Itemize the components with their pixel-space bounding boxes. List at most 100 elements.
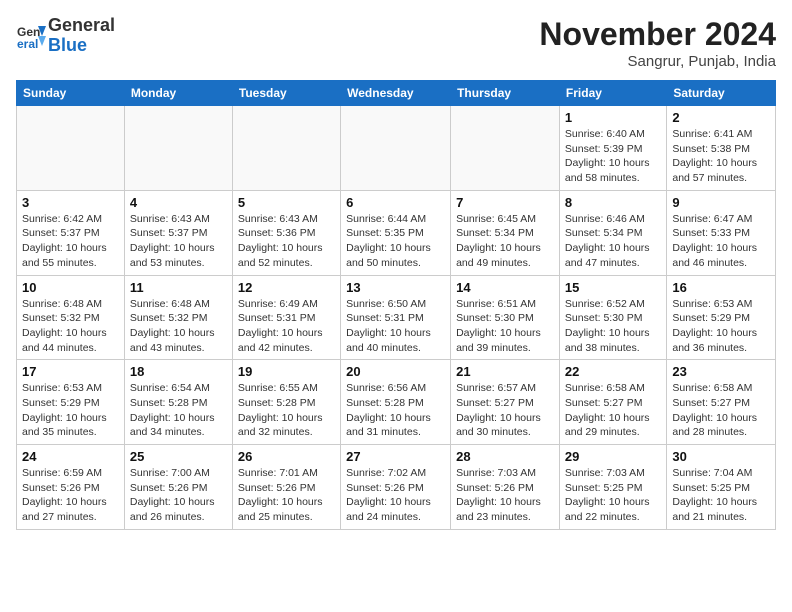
day-info: Sunrise: 6:52 AM Sunset: 5:30 PM Dayligh…: [565, 297, 661, 356]
calendar-cell: 26Sunrise: 7:01 AM Sunset: 5:26 PM Dayli…: [232, 445, 340, 530]
weekday-header-saturday: Saturday: [667, 81, 776, 106]
logo-line1: General: [48, 16, 115, 36]
day-number: 21: [456, 364, 554, 379]
week-row-1: 3 Sunrise: 6:42 AM Sunset: 5:37 PM Daylig…: [17, 190, 776, 275]
day-info: Sunrise: 6:51 AM Sunset: 5:30 PM Dayligh…: [456, 297, 554, 356]
day-info: Sunrise: 6:49 AM Sunset: 5:31 PM Dayligh…: [238, 297, 335, 356]
logo-text: General Blue: [48, 16, 115, 56]
day-info: Sunrise: 6:48 AM Sunset: 5:32 PM Dayligh…: [22, 297, 119, 356]
day-info: Sunrise: 6:50 AM Sunset: 5:31 PM Dayligh…: [346, 297, 445, 356]
day-number: 20: [346, 364, 445, 379]
calendar-cell: 16 Sunrise: 6:53 AM Sunset: 5:29 PM Dayli…: [667, 275, 776, 360]
calendar-cell: 29Sunrise: 7:03 AM Sunset: 5:25 PM Dayli…: [559, 445, 666, 530]
day-number: 7: [456, 195, 554, 210]
day-number: 6: [346, 195, 445, 210]
day-number: 28: [456, 449, 554, 464]
calendar-cell: 7 Sunrise: 6:45 AM Sunset: 5:34 PM Daylig…: [451, 190, 560, 275]
day-number: 14: [456, 280, 554, 295]
day-info: Sunrise: 6:43 AM Sunset: 5:36 PM Dayligh…: [238, 212, 335, 271]
calendar-cell: 24 Sunrise: 6:59 AM Sunset: 5:26 PM Dayli…: [17, 445, 125, 530]
weekday-header-tuesday: Tuesday: [232, 81, 340, 106]
calendar-cell: 9 Sunrise: 6:47 AM Sunset: 5:33 PM Daylig…: [667, 190, 776, 275]
day-info: Sunrise: 6:57 AM Sunset: 5:27 PM Dayligh…: [456, 381, 554, 440]
day-number: 5: [238, 195, 335, 210]
page: Gen eral General Blue November 2024 Sang…: [0, 0, 792, 540]
calendar-cell: 3 Sunrise: 6:42 AM Sunset: 5:37 PM Daylig…: [17, 190, 125, 275]
day-info: Sunrise: 6:54 AM Sunset: 5:28 PM Dayligh…: [130, 381, 227, 440]
day-info: Sunrise: 6:45 AM Sunset: 5:34 PM Dayligh…: [456, 212, 554, 271]
day-info: Sunrise: 7:00 AM Sunset: 5:26 PM Dayligh…: [130, 466, 227, 525]
calendar-cell: 30Sunrise: 7:04 AM Sunset: 5:25 PM Dayli…: [667, 445, 776, 530]
day-info: Sunrise: 6:59 AM Sunset: 5:26 PM Dayligh…: [22, 466, 119, 525]
calendar-cell: 25 Sunrise: 7:00 AM Sunset: 5:26 PM Dayli…: [124, 445, 232, 530]
calendar-cell: 28 Sunrise: 7:03 AM Sunset: 5:26 PM Dayli…: [451, 445, 560, 530]
weekday-header-sunday: Sunday: [17, 81, 125, 106]
day-info: Sunrise: 6:55 AM Sunset: 5:28 PM Dayligh…: [238, 381, 335, 440]
day-number: 13: [346, 280, 445, 295]
day-info: Sunrise: 6:47 AM Sunset: 5:33 PM Dayligh…: [672, 212, 770, 271]
day-info: Sunrise: 6:46 AM Sunset: 5:34 PM Dayligh…: [565, 212, 661, 271]
day-number: 19: [238, 364, 335, 379]
calendar-cell: 17Sunrise: 6:53 AM Sunset: 5:29 PM Dayli…: [17, 360, 125, 445]
calendar-cell: [341, 106, 451, 191]
day-info: Sunrise: 6:44 AM Sunset: 5:35 PM Dayligh…: [346, 212, 445, 271]
day-info: Sunrise: 6:42 AM Sunset: 5:37 PM Dayligh…: [22, 212, 119, 271]
calendar-cell: [124, 106, 232, 191]
day-info: Sunrise: 6:53 AM Sunset: 5:29 PM Dayligh…: [672, 297, 770, 356]
logo: Gen eral General Blue: [16, 16, 115, 56]
day-info: Sunrise: 7:04 AM Sunset: 5:25 PM Dayligh…: [672, 466, 770, 525]
calendar-cell: 27 Sunrise: 7:02 AM Sunset: 5:26 PM Dayli…: [341, 445, 451, 530]
calendar-cell: 5 Sunrise: 6:43 AM Sunset: 5:36 PM Daylig…: [232, 190, 340, 275]
weekday-header-wednesday: Wednesday: [341, 81, 451, 106]
weekday-header-monday: Monday: [124, 81, 232, 106]
header: Gen eral General Blue November 2024 Sang…: [16, 16, 776, 70]
day-number: 29: [565, 449, 661, 464]
day-info: Sunrise: 7:02 AM Sunset: 5:26 PM Dayligh…: [346, 466, 445, 525]
day-number: 25: [130, 449, 227, 464]
weekday-header-row: SundayMondayTuesdayWednesdayThursdayFrid…: [17, 81, 776, 106]
calendar-cell: 11 Sunrise: 6:48 AM Sunset: 5:32 PM Dayli…: [124, 275, 232, 360]
day-info: Sunrise: 6:40 AM Sunset: 5:39 PM Dayligh…: [565, 127, 661, 186]
day-info: Sunrise: 6:58 AM Sunset: 5:27 PM Dayligh…: [672, 381, 770, 440]
calendar-cell: 15 Sunrise: 6:52 AM Sunset: 5:30 PM Dayli…: [559, 275, 666, 360]
day-number: 3: [22, 195, 119, 210]
day-number: 17: [22, 364, 119, 379]
svg-text:eral: eral: [17, 37, 38, 50]
logo-line2: Blue: [48, 36, 115, 56]
week-row-4: 24 Sunrise: 6:59 AM Sunset: 5:26 PM Dayli…: [17, 445, 776, 530]
week-row-0: 1Sunrise: 6:40 AM Sunset: 5:39 PM Daylig…: [17, 106, 776, 191]
calendar-cell: 2Sunrise: 6:41 AM Sunset: 5:38 PM Daylig…: [667, 106, 776, 191]
day-number: 16: [672, 280, 770, 295]
weekday-header-friday: Friday: [559, 81, 666, 106]
calendar-cell: 22 Sunrise: 6:58 AM Sunset: 5:27 PM Dayli…: [559, 360, 666, 445]
day-number: 27: [346, 449, 445, 464]
day-number: 2: [672, 110, 770, 125]
day-number: 11: [130, 280, 227, 295]
day-number: 18: [130, 364, 227, 379]
day-number: 22: [565, 364, 661, 379]
day-info: Sunrise: 7:03 AM Sunset: 5:26 PM Dayligh…: [456, 466, 554, 525]
day-info: Sunrise: 6:58 AM Sunset: 5:27 PM Dayligh…: [565, 381, 661, 440]
calendar-cell: 20Sunrise: 6:56 AM Sunset: 5:28 PM Dayli…: [341, 360, 451, 445]
day-number: 24: [22, 449, 119, 464]
calendar-cell: 13 Sunrise: 6:50 AM Sunset: 5:31 PM Dayli…: [341, 275, 451, 360]
calendar-cell: 4Sunrise: 6:43 AM Sunset: 5:37 PM Daylig…: [124, 190, 232, 275]
calendar-cell: 12Sunrise: 6:49 AM Sunset: 5:31 PM Dayli…: [232, 275, 340, 360]
title-block: November 2024 Sangrur, Punjab, India: [539, 16, 776, 70]
day-info: Sunrise: 6:43 AM Sunset: 5:37 PM Dayligh…: [130, 212, 227, 271]
calendar-cell: [232, 106, 340, 191]
day-info: Sunrise: 6:48 AM Sunset: 5:32 PM Dayligh…: [130, 297, 227, 356]
day-number: 26: [238, 449, 335, 464]
day-number: 8: [565, 195, 661, 210]
calendar-cell: 23Sunrise: 6:58 AM Sunset: 5:27 PM Dayli…: [667, 360, 776, 445]
calendar-cell: 14 Sunrise: 6:51 AM Sunset: 5:30 PM Dayli…: [451, 275, 560, 360]
day-number: 10: [22, 280, 119, 295]
calendar-cell: 21 Sunrise: 6:57 AM Sunset: 5:27 PM Dayli…: [451, 360, 560, 445]
calendar-cell: 8 Sunrise: 6:46 AM Sunset: 5:34 PM Daylig…: [559, 190, 666, 275]
calendar-cell: 6 Sunrise: 6:44 AM Sunset: 5:35 PM Daylig…: [341, 190, 451, 275]
day-number: 9: [672, 195, 770, 210]
location: Sangrur, Punjab, India: [539, 53, 776, 70]
calendar-cell: 18 Sunrise: 6:54 AM Sunset: 5:28 PM Dayli…: [124, 360, 232, 445]
day-number: 15: [565, 280, 661, 295]
week-row-3: 17Sunrise: 6:53 AM Sunset: 5:29 PM Dayli…: [17, 360, 776, 445]
